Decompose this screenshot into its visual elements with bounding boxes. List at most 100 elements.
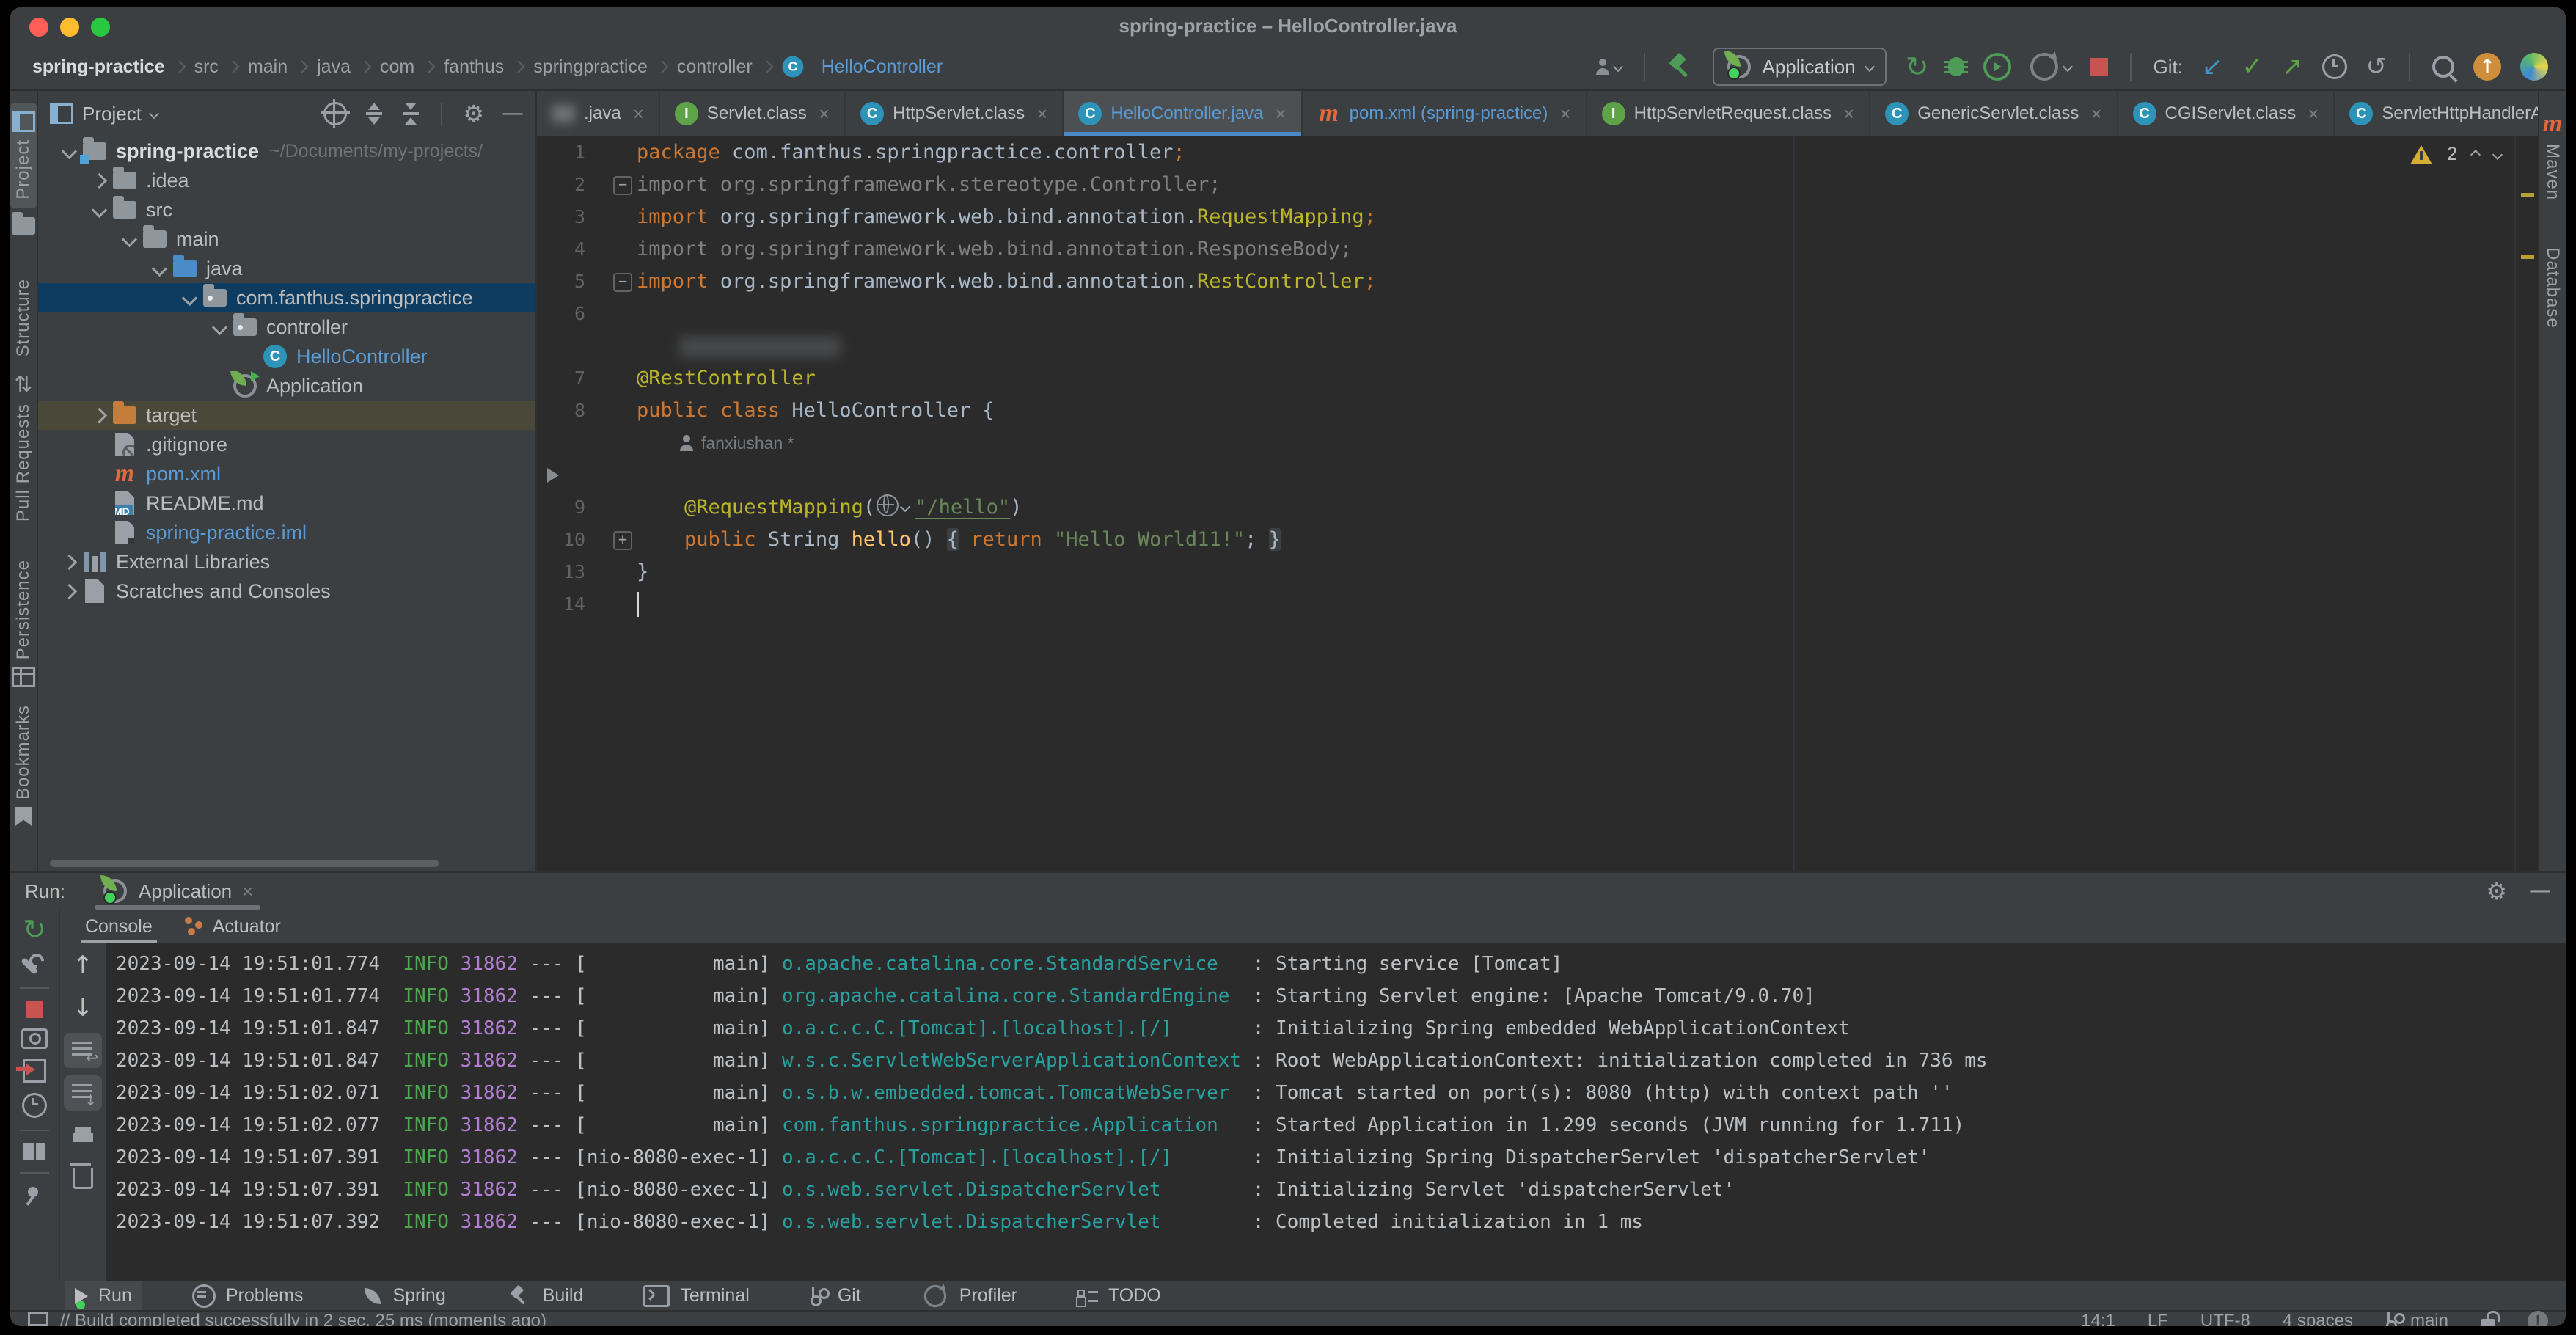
git-commit-icon[interactable]: ✓ — [2242, 54, 2264, 79]
tree-chevron-icon[interactable] — [116, 234, 142, 245]
sidebar-item-pull-requests[interactable]: ⇅Pull Requests — [12, 365, 35, 530]
chevron-down-icon[interactable] — [149, 109, 159, 119]
breadcrumb-item[interactable]: main — [244, 56, 292, 78]
next-problem-icon[interactable] — [2492, 149, 2503, 159]
sidebar-item-maven[interactable]: mMaven — [2541, 103, 2564, 209]
locate-file-icon[interactable] — [323, 102, 347, 125]
file-encoding[interactable]: UTF-8 — [2200, 1311, 2250, 1326]
stop-icon[interactable] — [26, 1001, 43, 1018]
tree-chevron-icon[interactable] — [176, 293, 202, 304]
tree-row[interactable]: java — [38, 254, 535, 283]
tree-chevron-icon[interactable] — [146, 263, 172, 274]
tool-window-button-problems[interactable]: Problems — [182, 1281, 314, 1310]
hide-panel-icon[interactable]: — — [502, 103, 524, 125]
fold-marker-icon[interactable]: + — [613, 531, 632, 550]
chevron-down-icon[interactable] — [900, 502, 910, 512]
close-icon[interactable]: × — [242, 880, 253, 903]
tree-chevron-icon[interactable] — [86, 410, 112, 421]
lock-icon[interactable] — [2481, 1319, 2495, 1326]
pin-icon[interactable] — [25, 1185, 44, 1207]
git-push-icon[interactable]: ↗ — [2282, 54, 2303, 79]
editor-tab[interactable]: IHttpServletRequest.class× — [1587, 91, 1871, 136]
sidebar-item-persistence[interactable]: Persistence — [10, 551, 37, 696]
print-icon[interactable] — [64, 1118, 102, 1153]
tree-row[interactable]: .gitignore — [38, 430, 535, 459]
breadcrumb-leaf[interactable]: CHelloController — [777, 54, 943, 79]
run-gutter-icon[interactable] — [547, 468, 559, 483]
sidebar-item-bookmarks[interactable]: Bookmarks — [12, 696, 35, 835]
console-output[interactable]: 2023-09-14 19:51:01.774 INFO 31862 --- [… — [106, 943, 2566, 1281]
tree-row[interactable]: spring-practice~/Documents/my-projects/ — [38, 136, 535, 166]
tool-window-button-build[interactable]: Build — [496, 1281, 594, 1310]
upgrade-icon[interactable]: ↑ — [2473, 53, 2501, 81]
tree-row[interactable]: mpom.xml — [38, 459, 535, 489]
tree-row[interactable]: src — [38, 195, 535, 224]
close-icon[interactable]: × — [819, 103, 830, 125]
rerun-icon[interactable]: ↻ — [23, 915, 46, 943]
editor-tab[interactable]: mpom.xml (spring-practice)× — [1303, 91, 1587, 136]
tree-row[interactable]: .idea — [38, 166, 535, 195]
editor-gutter[interactable]: 9 — [537, 491, 623, 524]
inspection-widget[interactable]: 2 — [2410, 144, 2501, 165]
tree-chevron-icon[interactable] — [56, 586, 82, 597]
git-branch-widget[interactable]: main — [2385, 1311, 2448, 1326]
caret-position[interactable]: 14:1 — [2081, 1311, 2115, 1326]
editor-gutter[interactable]: 10+ — [537, 524, 623, 556]
editor-gutter[interactable]: 13 — [537, 556, 623, 588]
line-separator[interactable]: LF — [2148, 1311, 2168, 1326]
console-tab-console[interactable]: Console — [85, 910, 153, 943]
sidebar-item-structure[interactable]: Structure — [12, 244, 35, 365]
breadcrumb-item[interactable]: springpractice — [529, 56, 652, 78]
tree-row[interactable]: controller — [38, 312, 535, 342]
up-stack-icon[interactable]: ↑ — [64, 948, 102, 983]
run-configuration-select[interactable]: Application — [1713, 48, 1887, 86]
exit-icon[interactable] — [23, 1059, 46, 1083]
editor-gutter[interactable]: 14 — [537, 588, 623, 621]
layout-icon[interactable] — [23, 1143, 45, 1160]
editor-gutter[interactable]: 3 — [537, 201, 623, 233]
breadcrumb-item[interactable]: spring-practice — [28, 56, 169, 78]
user-icon[interactable] — [1595, 59, 1622, 75]
editor-gutter[interactable]: 8 — [537, 395, 623, 427]
editor-tab[interactable]: IServlet.class× — [660, 91, 846, 136]
minimize-window-icon[interactable] — [60, 18, 79, 37]
tree-row[interactable]: com.fanthus.springpractice — [38, 283, 535, 312]
close-icon[interactable]: × — [1559, 103, 1570, 125]
down-stack-icon[interactable]: ↓ — [64, 990, 102, 1025]
close-icon[interactable]: × — [1036, 103, 1047, 125]
tree-chevron-icon[interactable] — [56, 557, 82, 568]
fold-marker-icon[interactable]: − — [613, 273, 632, 292]
project-panel-title[interactable]: Project — [82, 103, 142, 125]
breadcrumb-item[interactable]: java — [312, 56, 355, 78]
gear-icon[interactable]: ⚙ — [463, 102, 484, 125]
git-history-icon[interactable] — [2322, 54, 2347, 79]
editor-tab[interactable]: .java× — [537, 91, 660, 136]
tool-window-button-git[interactable]: Git — [799, 1281, 871, 1310]
breadcrumb-item[interactable]: controller — [673, 56, 757, 78]
close-icon[interactable]: × — [2308, 103, 2319, 125]
tool-window-button-spring[interactable]: Spring — [353, 1281, 455, 1310]
profiler-icon[interactable] — [2030, 53, 2071, 81]
zoom-window-icon[interactable] — [91, 18, 110, 37]
breadcrumb-item[interactable]: com — [376, 56, 419, 78]
console-tab-actuator[interactable]: Actuator — [185, 910, 281, 943]
run-session-tab[interactable]: Application × — [95, 873, 260, 910]
history-clock-icon[interactable] — [22, 1093, 47, 1118]
editor-gutter[interactable]: 2− — [537, 169, 623, 201]
debug-bug-icon[interactable] — [1948, 57, 1964, 76]
editor-tab[interactable]: CGenericServlet.class× — [1870, 91, 2118, 136]
tool-window-button-terminal[interactable]: Terminal — [633, 1281, 759, 1310]
editor-gutter[interactable] — [537, 459, 623, 491]
tree-row[interactable]: Scratches and Consoles — [38, 577, 535, 606]
sidebar-item-database[interactable]: Database — [2541, 209, 2564, 337]
close-icon[interactable]: × — [1275, 103, 1286, 125]
breadcrumb-item[interactable]: src — [190, 56, 223, 78]
tool-window-toggle-icon[interactable] — [28, 1312, 48, 1326]
tree-row[interactable]: main — [38, 224, 535, 254]
tree-row[interactable]: target — [38, 400, 535, 430]
git-rollback-icon[interactable]: ↺ — [2366, 54, 2387, 79]
tree-row[interactable]: CHelloController — [38, 342, 535, 371]
soft-wrap-icon[interactable] — [64, 1033, 102, 1068]
tool-window-button-run[interactable]: Run — [65, 1281, 142, 1310]
git-update-icon[interactable]: ↙ — [2202, 54, 2223, 79]
